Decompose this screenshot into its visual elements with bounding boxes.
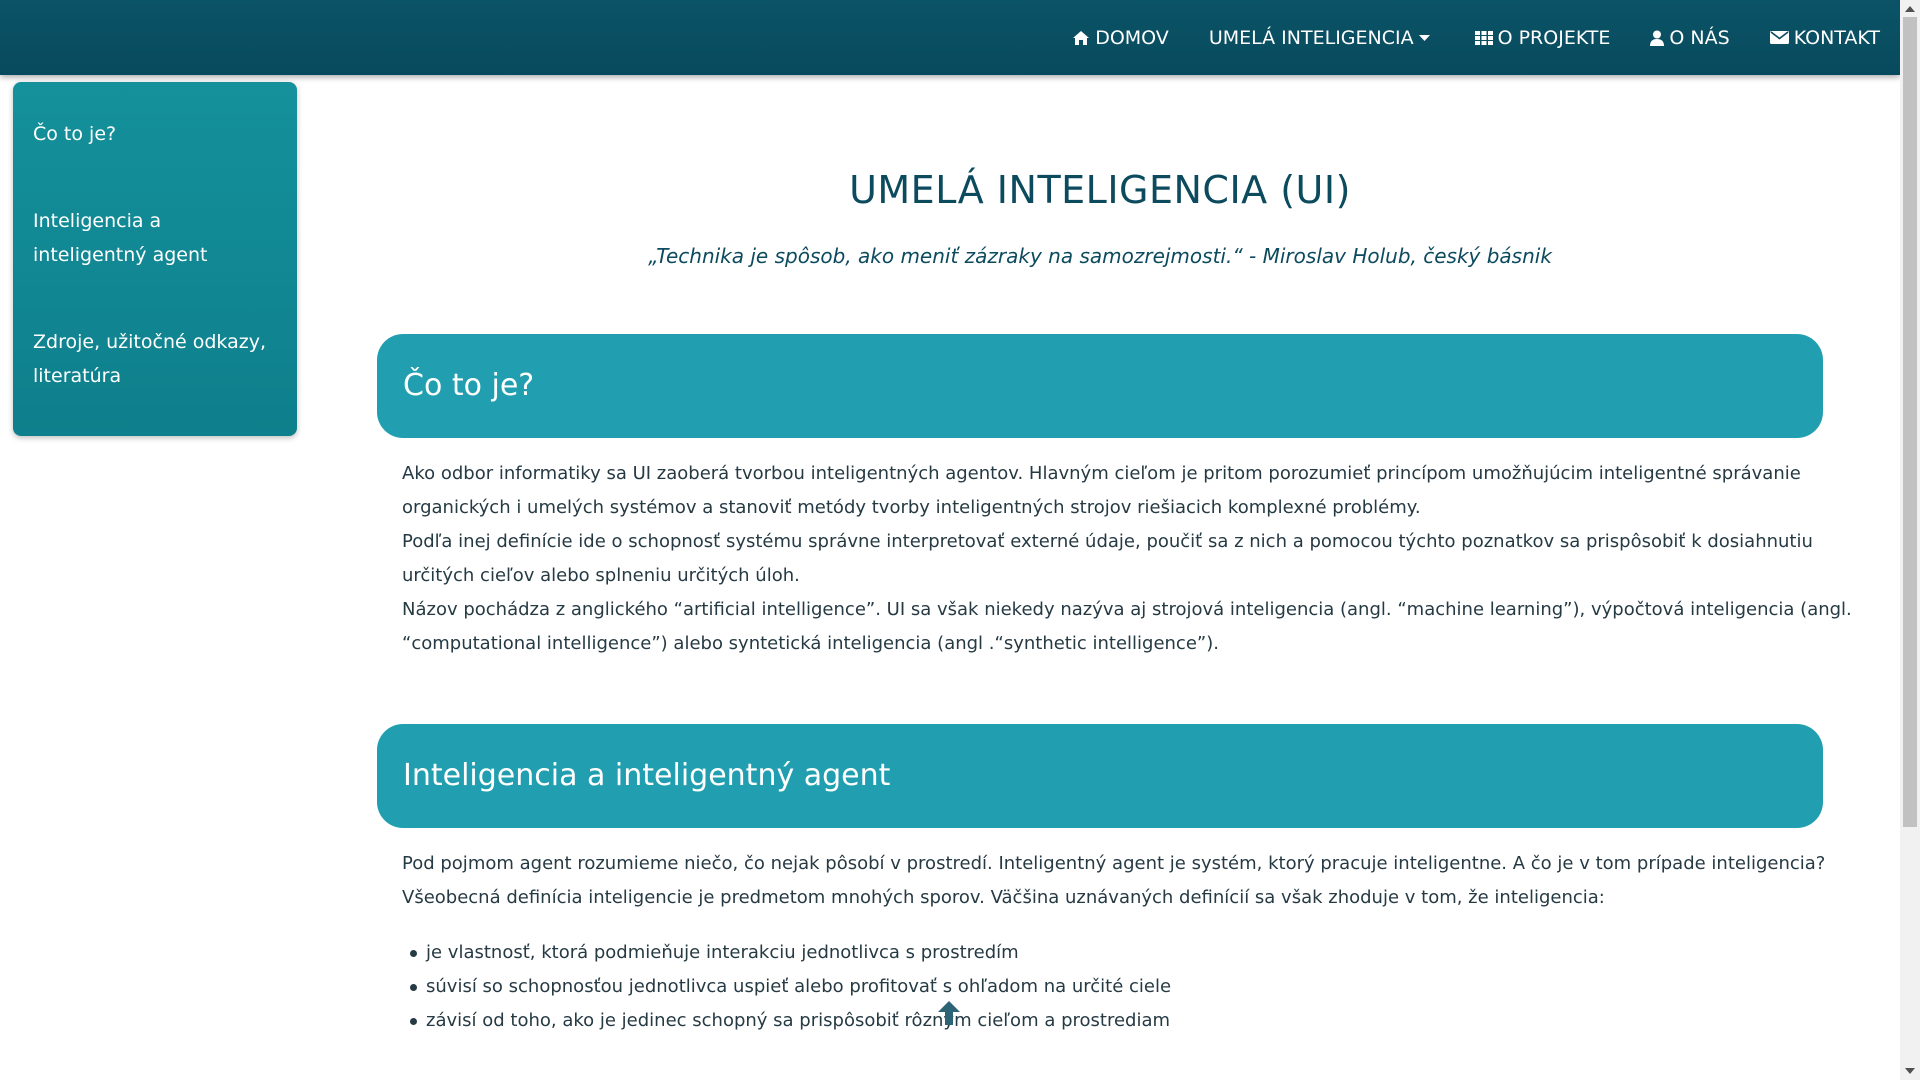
- text-line: organických i umelých systémov a stanovi…: [402, 497, 1421, 518]
- nav-item-domov[interactable]: DOMOV: [1072, 27, 1169, 49]
- caret-down-icon: [1418, 34, 1430, 41]
- nav-item-o-projekte[interactable]: O PROJEKTE: [1474, 26, 1611, 49]
- user-icon: [1650, 30, 1665, 46]
- nav-item-label: KONTAKT: [1793, 26, 1880, 49]
- section-header-co-to-je: Čo to je?: [377, 334, 1823, 438]
- back-to-top-button[interactable]: [937, 1000, 961, 1026]
- section-heading: Inteligencia a inteligentný agent: [403, 758, 891, 793]
- list-item: súvisí so schopnosťou jednotlivca uspieť…: [402, 970, 1171, 1004]
- sidebar-item-inteligencia[interactable]: Inteligencia a inteligentný agent: [33, 204, 273, 272]
- text-line: Všeobecná definícia inteligencie je pred…: [402, 887, 1605, 908]
- text-line: Podľa inej definície ide o schopnosť sys…: [402, 531, 1813, 552]
- sidebar: Čo to je? Inteligencia a inteligentný ag…: [13, 82, 297, 436]
- scroll-down-arrow-icon[interactable]: [1905, 1068, 1915, 1074]
- nav-item-umela-inteligencia[interactable]: UMELÁ INTELIGENCIA: [1209, 27, 1435, 49]
- list-item: je vlastnosť, ktorá podmieňuje interakci…: [402, 936, 1171, 970]
- nav-item-kontakt[interactable]: KONTAKT: [1769, 26, 1880, 49]
- nav-item-label: O PROJEKTE: [1497, 26, 1611, 49]
- grid-icon: [1474, 30, 1493, 45]
- page-title: UMELÁ INTELIGENCIA (UI): [849, 168, 1351, 212]
- section-heading: Čo to je?: [403, 368, 535, 403]
- text-line: “computational intelligence”) alebo synt…: [402, 633, 1219, 654]
- sidebar-item-zdroje[interactable]: Zdroje, užitočné odkazy, literatúra: [33, 325, 273, 393]
- scrollbar-thumb[interactable]: [1903, 17, 1917, 827]
- nav-menu: DOMOV UMELÁ INTELIGENCIA O PROJEKTE O NÁ…: [1032, 0, 1880, 75]
- section-header-inteligencia: Inteligencia a inteligentný agent: [377, 724, 1823, 828]
- scroll-up-arrow-icon[interactable]: [1905, 6, 1915, 12]
- envelope-icon: [1769, 31, 1789, 44]
- section-text-inteligencia: Pod pojmom agent rozumieme niečo, čo nej…: [402, 847, 1826, 915]
- text-line: určitých cieľov alebo splneniu určitých …: [402, 565, 800, 586]
- nav-item-label: UMELÁ INTELIGENCIA: [1208, 26, 1414, 49]
- text-line: Pod pojmom agent rozumieme niečo, čo nej…: [402, 853, 1826, 874]
- intelligence-bullet-list: je vlastnosť, ktorá podmieňuje interakci…: [402, 936, 1171, 1038]
- text-line: Ako odbor informatiky sa UI zaoberá tvor…: [402, 463, 1801, 484]
- text-line: Názov pochádza z anglického “artificial …: [402, 599, 1852, 620]
- nav-item-o-nas[interactable]: O NÁS: [1650, 26, 1730, 49]
- section-text-co-to-je: Ako odbor informatiky sa UI zaoberá tvor…: [402, 457, 1852, 661]
- list-item: závisí od toho, ako je jedinec schopný s…: [402, 1004, 1171, 1038]
- top-navbar: DOMOV UMELÁ INTELIGENCIA O PROJEKTE O NÁ…: [0, 0, 1900, 75]
- home-icon: [1073, 30, 1090, 45]
- arrow-up-icon: [938, 1001, 960, 1025]
- nav-item-label: DOMOV: [1095, 26, 1169, 49]
- nav-item-label: O NÁS: [1669, 26, 1730, 49]
- page-quote: „Technika je spôsob, ako meniť zázraky n…: [648, 244, 1552, 268]
- page-scrollbar[interactable]: [1900, 0, 1920, 1080]
- sidebar-item-co-to-je[interactable]: Čo to je?: [33, 117, 273, 151]
